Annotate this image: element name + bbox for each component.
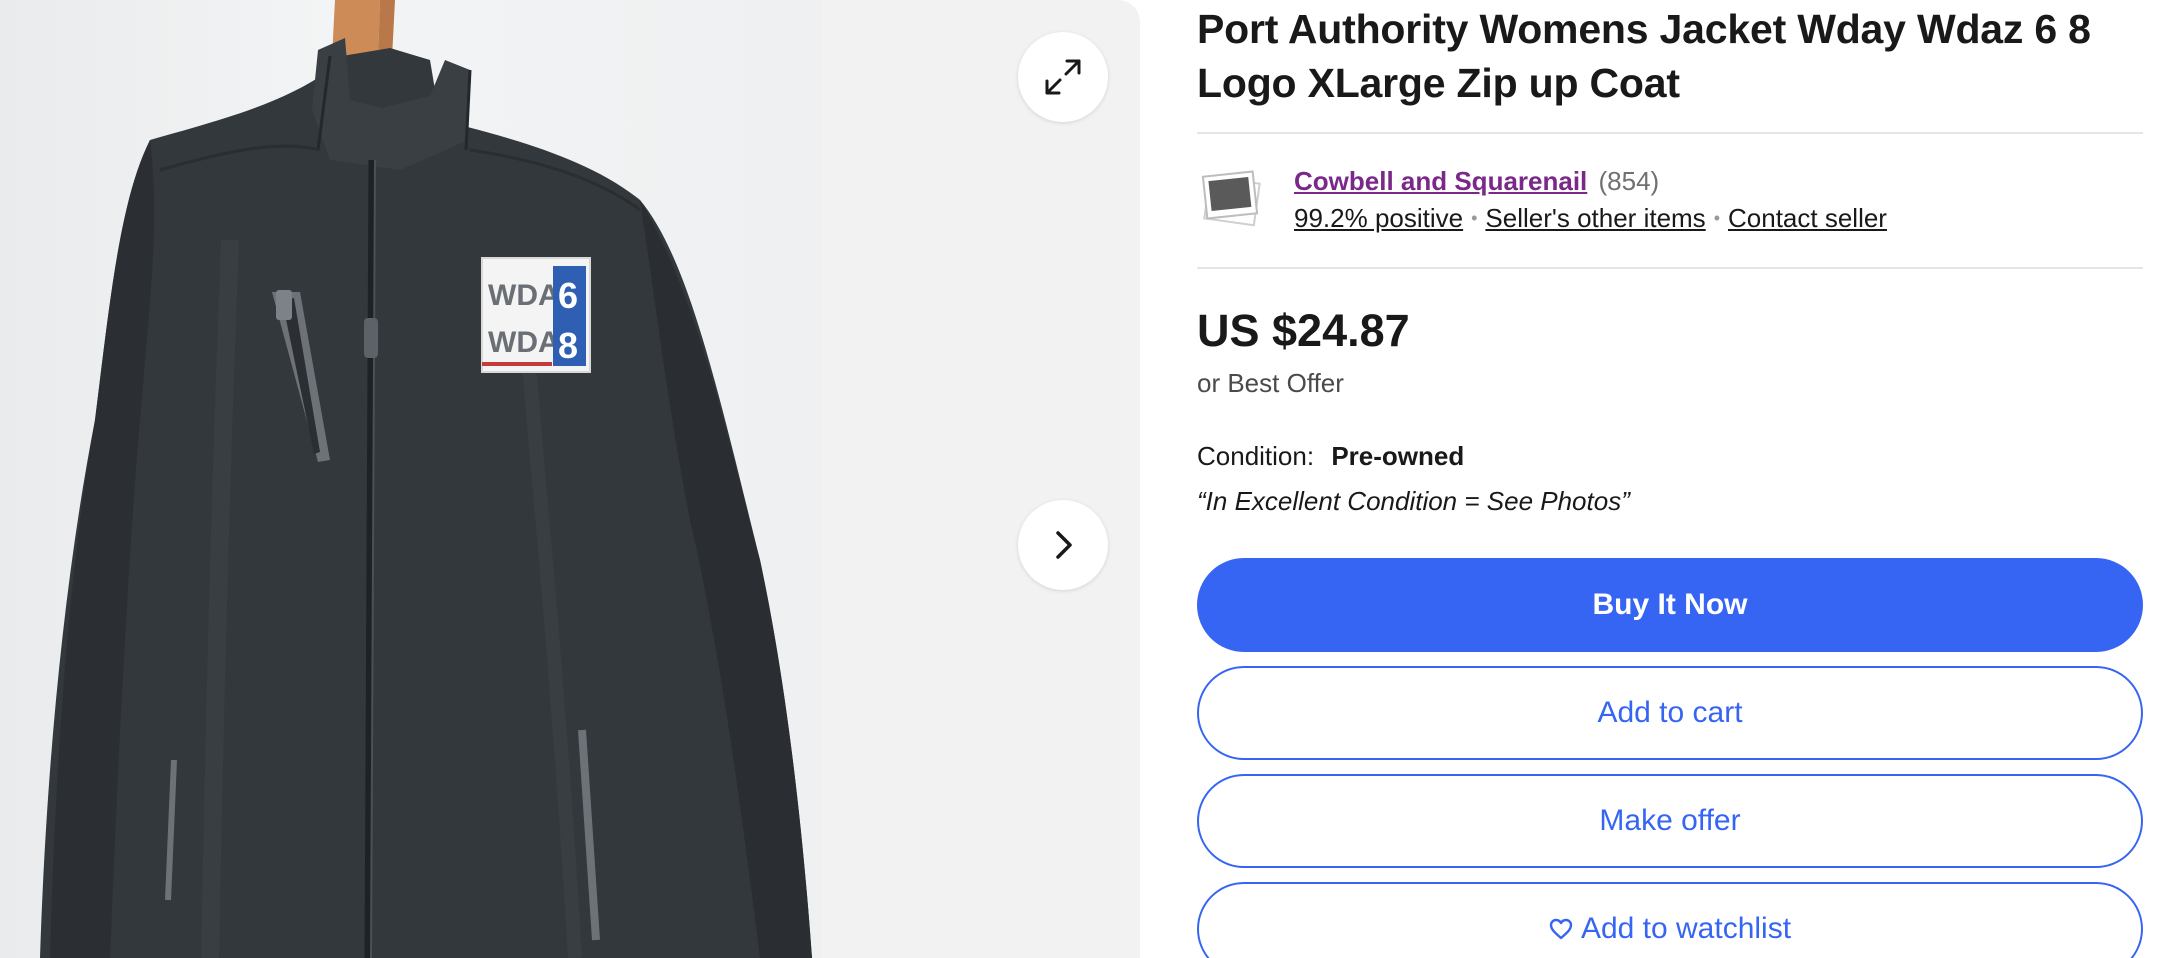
add-to-cart-label: Add to cart bbox=[1597, 696, 1743, 729]
make-offer-label: Make offer bbox=[1599, 804, 1741, 837]
chevron-right-icon bbox=[1056, 531, 1072, 559]
image-gallery: WDAY WDAZ 6 8 bbox=[0, 0, 1140, 958]
heart-icon bbox=[1549, 918, 1573, 940]
seller-links: 99.2% positive • Seller's other items • Cont… bbox=[1294, 201, 1887, 238]
expand-image-button[interactable] bbox=[1018, 32, 1108, 122]
seller-feedback-count: (854) bbox=[1598, 166, 1660, 196]
condition-value: Pre-owned bbox=[1331, 441, 1465, 471]
product-photo[interactable]: WDAY WDAZ 6 8 bbox=[0, 0, 822, 958]
item-price: US $24.87 bbox=[1197, 305, 1410, 356]
separator-dot: • bbox=[1471, 208, 1478, 228]
svg-text:6: 6 bbox=[558, 275, 578, 316]
buy-it-now-label: Buy It Now bbox=[1592, 588, 1748, 621]
seller-positive-link[interactable]: 99.2% positive bbox=[1294, 203, 1463, 233]
next-image-button[interactable] bbox=[1018, 500, 1108, 590]
expand-icon bbox=[1045, 59, 1081, 95]
seller-avatar[interactable] bbox=[1201, 166, 1265, 230]
add-to-watchlist-label: Add to watchlist bbox=[1580, 912, 1792, 945]
add-to-watchlist-button[interactable]: Add to watchlist bbox=[1197, 882, 2143, 958]
contact-seller-link[interactable]: Contact seller bbox=[1728, 203, 1887, 233]
divider bbox=[1197, 267, 2143, 269]
condition-label: Condition: bbox=[1197, 441, 1315, 471]
svg-text:8: 8 bbox=[558, 325, 578, 366]
item-title: Port Authority Womens Jacket Wday Wdaz 6… bbox=[1197, 6, 2091, 106]
seller-info: Cowbell and Squarenail (854) bbox=[1294, 164, 1659, 198]
listing-page: WDAY WDAZ 6 8 Port Authority Womens Jack… bbox=[0, 0, 2164, 958]
seller-name-link[interactable]: Cowbell and Squarenail bbox=[1294, 166, 1587, 196]
seller-other-items-link[interactable]: Seller's other items bbox=[1485, 203, 1705, 233]
condition-row: Condition: Pre-owned bbox=[1197, 439, 1464, 473]
wday-wdaz-logo: WDAY WDAZ 6 8 bbox=[481, 257, 591, 373]
separator-dot: • bbox=[1713, 208, 1720, 228]
condition-description: “In Excellent Condition = See Photos” bbox=[1197, 486, 1630, 516]
seller-photo-icon bbox=[1201, 170, 1261, 227]
best-offer-text: or Best Offer bbox=[1197, 368, 1344, 398]
make-offer-button[interactable]: Make offer bbox=[1197, 774, 2143, 868]
buy-it-now-button[interactable]: Buy It Now bbox=[1197, 558, 2143, 652]
add-to-cart-button[interactable]: Add to cart bbox=[1197, 666, 2143, 760]
divider bbox=[1197, 132, 2143, 134]
